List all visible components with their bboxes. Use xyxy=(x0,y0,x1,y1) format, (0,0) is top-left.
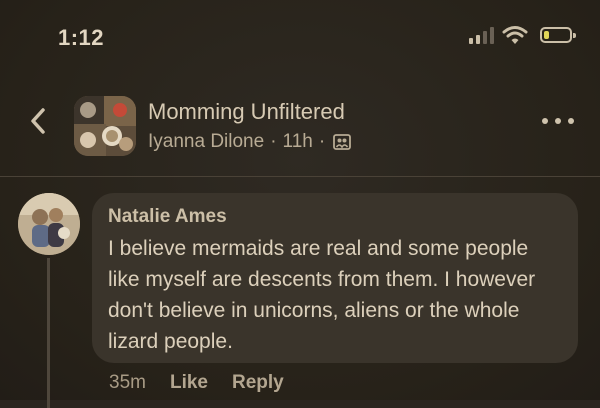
comment-actions: 35m Like Reply xyxy=(109,372,284,394)
status-icons xyxy=(469,25,576,45)
meta-separator: · xyxy=(270,131,277,152)
group-photo-collage xyxy=(74,96,136,156)
status-time: 1:12 xyxy=(58,25,105,50)
group-avatar[interactable] xyxy=(74,96,136,156)
commenter-avatar[interactable] xyxy=(18,193,80,255)
header-divider xyxy=(0,176,600,177)
like-button[interactable]: Like xyxy=(170,372,208,394)
battery-level xyxy=(544,31,549,39)
wifi-icon xyxy=(502,26,528,44)
back-button[interactable] xyxy=(24,104,52,138)
reply-button[interactable]: Reply xyxy=(232,372,284,394)
screen: 1:12 Momming Unfiltered Iyanna Dilone · … xyxy=(0,0,600,408)
chevron-left-icon xyxy=(31,108,45,134)
poster-name[interactable]: Iyanna Dilone xyxy=(148,131,264,153)
meta-separator-2: · xyxy=(318,131,326,152)
signal-icon xyxy=(469,26,494,44)
group-audience-icon xyxy=(333,134,352,150)
comment-bubble[interactable]: Natalie Ames I believe mermaids are real… xyxy=(92,193,578,363)
more-options-button[interactable] xyxy=(542,114,574,128)
post-time[interactable]: 11h xyxy=(283,131,313,153)
thread-line xyxy=(47,258,50,408)
comment-text: I believe mermaids are real and some peo… xyxy=(108,237,536,353)
post-meta: Iyanna Dilone · 11h · xyxy=(148,131,352,153)
comment-author[interactable]: Natalie Ames xyxy=(108,205,562,229)
battery-icon xyxy=(540,27,576,43)
comment-time: 35m xyxy=(109,372,146,393)
group-name[interactable]: Momming Unfiltered xyxy=(148,99,345,125)
avatar-photo xyxy=(18,193,80,255)
